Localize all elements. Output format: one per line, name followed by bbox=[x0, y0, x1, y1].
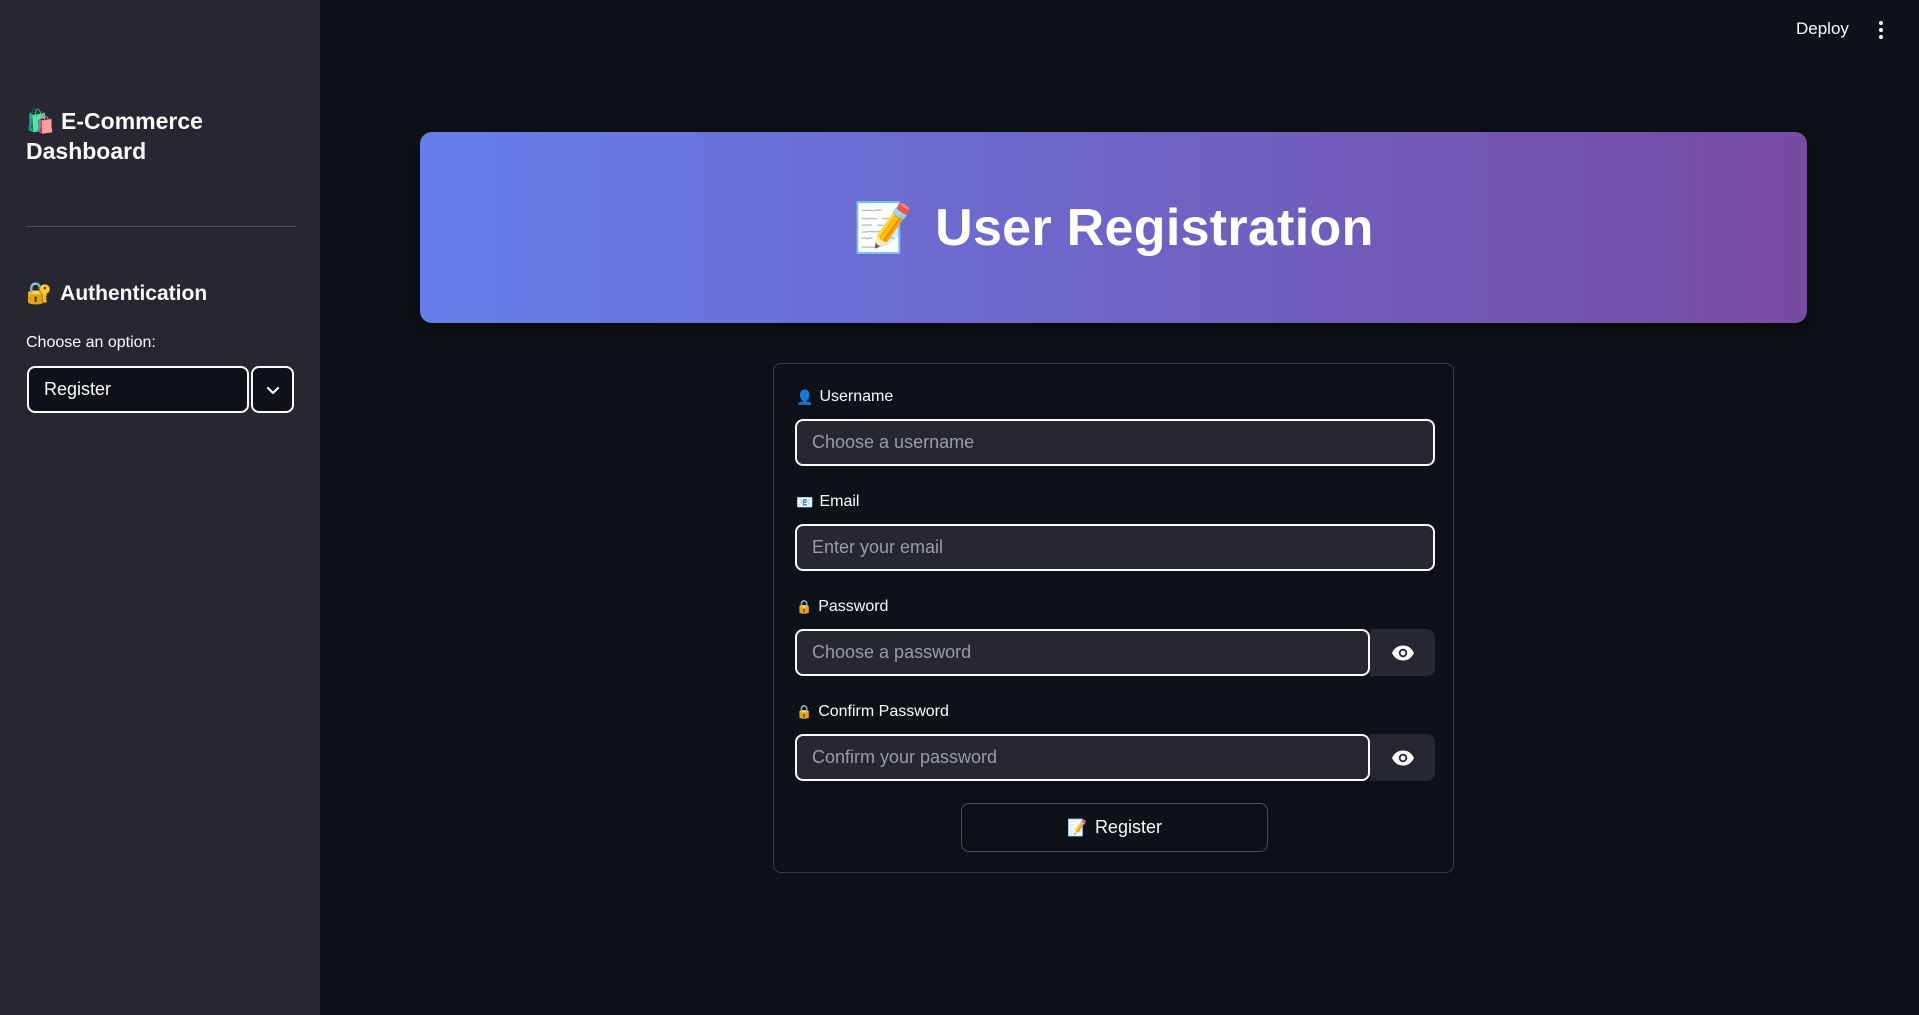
password-input[interactable]: Choose a password bbox=[795, 629, 1370, 676]
chevron-down-icon bbox=[266, 386, 279, 394]
sidebar: 🛍️ E-Commerce Dashboard 🔐 Authentication… bbox=[0, 0, 320, 1015]
confirm-password-label: 🔒 Confirm Password bbox=[796, 703, 949, 721]
registration-banner: 📝 User Registration bbox=[420, 132, 1807, 323]
main-menu-icon[interactable] bbox=[1874, 18, 1888, 42]
password-label: 🔒 Password bbox=[796, 598, 888, 616]
email-input[interactable]: Enter your email bbox=[795, 524, 1435, 571]
registration-form: 👤 Username Choose a username 📧 Email Ent… bbox=[773, 363, 1454, 873]
sidebar-divider bbox=[26, 226, 296, 227]
memo-icon: 📝 bbox=[1067, 819, 1087, 837]
sidebar-title: 🛍️ E-Commerce Dashboard bbox=[26, 106, 276, 166]
password-placeholder: Choose a password bbox=[812, 642, 972, 662]
select-toggle-button[interactable] bbox=[251, 366, 294, 413]
password-label-text: Password bbox=[818, 598, 889, 615]
confirm-password-label-text: Confirm Password bbox=[818, 703, 949, 720]
email-placeholder: Enter your email bbox=[812, 537, 944, 557]
select-value[interactable]: Register bbox=[27, 366, 249, 413]
register-button[interactable]: 📝 Register bbox=[961, 803, 1268, 852]
email-icon: 📧 bbox=[796, 493, 814, 510]
username-placeholder: Choose a username bbox=[812, 432, 975, 452]
auth-section-heading: 🔐 Authentication bbox=[26, 282, 207, 306]
email-label: 📧 Email bbox=[796, 493, 859, 511]
user-icon: 👤 bbox=[796, 388, 814, 405]
lock-icon: 🔒 bbox=[796, 599, 813, 614]
lock-icon: 🔒 bbox=[796, 704, 813, 719]
eye-icon bbox=[1391, 645, 1414, 660]
auth-section-title: Authentication bbox=[60, 282, 208, 305]
username-label: 👤 Username bbox=[796, 388, 893, 406]
confirm-password-visibility-toggle[interactable] bbox=[1370, 734, 1435, 781]
confirm-password-placeholder: Confirm your password bbox=[812, 747, 998, 767]
shopping-bags-icon: 🛍️ bbox=[26, 108, 55, 134]
select-label: Choose an option: bbox=[26, 334, 156, 351]
email-label-text: Email bbox=[819, 493, 860, 510]
confirm-password-input[interactable]: Confirm your password bbox=[795, 734, 1370, 781]
lock-with-key-icon: 🔐 bbox=[26, 282, 53, 305]
page-title: User Registration bbox=[935, 198, 1374, 257]
register-button-label: Register bbox=[1094, 817, 1162, 837]
username-label-text: Username bbox=[819, 388, 894, 405]
eye-icon bbox=[1391, 750, 1414, 765]
password-visibility-toggle[interactable] bbox=[1370, 629, 1435, 676]
memo-icon: 📝 bbox=[853, 202, 914, 255]
username-input[interactable]: Choose a username bbox=[795, 419, 1435, 466]
app-root: 🛍️ E-Commerce Dashboard 🔐 Authentication… bbox=[0, 0, 1919, 1015]
deploy-button[interactable]: Deploy bbox=[1796, 19, 1849, 39]
auth-option-select[interactable]: Register bbox=[27, 366, 294, 413]
